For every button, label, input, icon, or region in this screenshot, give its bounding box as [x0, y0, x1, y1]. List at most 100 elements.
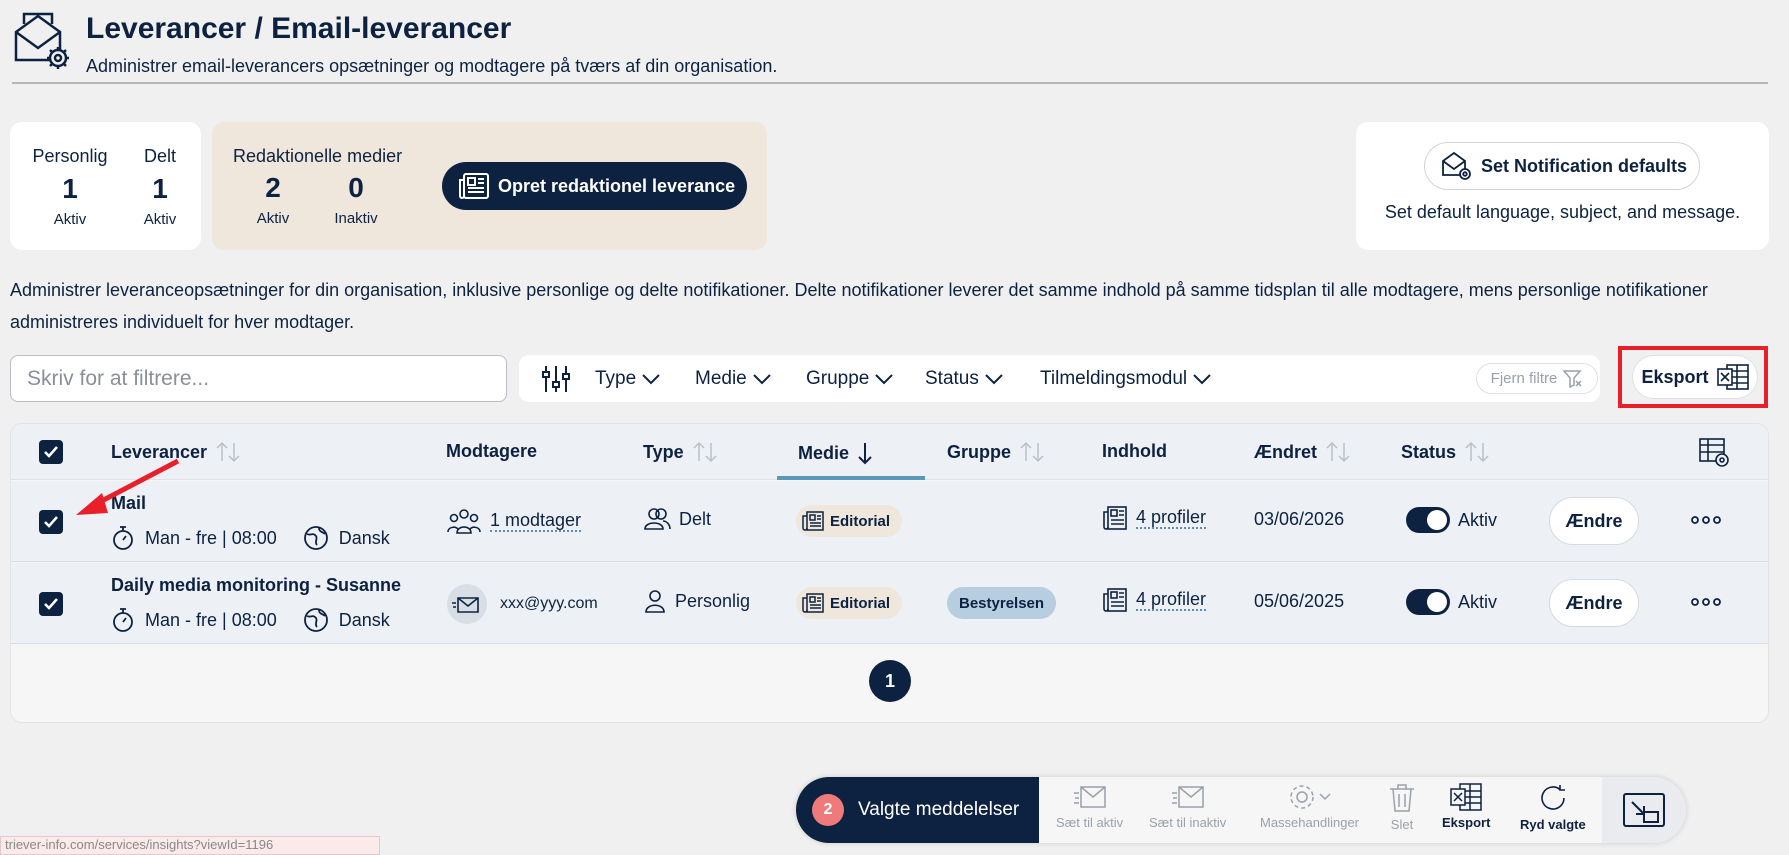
- status-toggle[interactable]: [1406, 507, 1450, 533]
- filter-clear-icon: [1563, 369, 1582, 388]
- changed-date: 03/06/2026: [1254, 509, 1345, 529]
- row-checkbox[interactable]: [39, 592, 63, 616]
- column-gruppe[interactable]: Gruppe: [947, 441, 1045, 463]
- editorial-active-stat: 2 Aktiv: [256, 172, 290, 227]
- selected-messages-label: Valgte meddelelser: [858, 799, 1020, 820]
- chevron-down-icon: [1193, 374, 1211, 385]
- check-icon: [44, 516, 58, 528]
- check-icon: [44, 598, 58, 610]
- globe-icon: [303, 608, 328, 632]
- editorial-inactive-stat: 0 Inaktiv: [334, 172, 378, 227]
- pagination-page-1[interactable]: 1: [869, 660, 911, 702]
- edit-button[interactable]: Ændre: [1549, 579, 1639, 627]
- delivery-name[interactable]: Daily media monitoring - Susanne: [111, 575, 401, 596]
- set-inactive-action[interactable]: Sæt til inaktiv: [1149, 783, 1226, 830]
- globe-icon: [303, 526, 328, 550]
- table-row[interactable]: Daily media monitoring - Susanne Man - f…: [11, 563, 1768, 644]
- create-editorial-button[interactable]: Opret redaktionel leverance: [442, 162, 747, 210]
- status-toggle[interactable]: [1406, 589, 1450, 615]
- clear-selection-action[interactable]: Ryd valgte: [1520, 783, 1586, 832]
- row-checkbox[interactable]: [39, 510, 63, 534]
- recipients-cell: xxx@yyy.com: [446, 583, 598, 625]
- content-cell[interactable]: 4 profiler: [1102, 587, 1207, 613]
- editorial-title: Redaktionelle medier: [233, 146, 403, 166]
- recipients-cell[interactable]: 1 modtager: [446, 507, 582, 535]
- more-options-icon[interactable]: [1691, 515, 1721, 525]
- export-action[interactable]: Eksport: [1442, 783, 1490, 830]
- column-medie[interactable]: Medie: [798, 441, 873, 465]
- column-settings-icon[interactable]: [1698, 437, 1730, 467]
- table-header: Leverancer Modtagere Type Medie Gruppe I…: [11, 424, 1768, 480]
- notification-defaults-description: Set default language, subject, and messa…: [1384, 202, 1741, 222]
- column-status[interactable]: Status: [1401, 441, 1490, 463]
- export-button[interactable]: Eksport: [1632, 355, 1758, 399]
- delivery-schedule: Man - fre | 08:00 Dansk: [111, 525, 390, 551]
- newspaper-icon: [1103, 588, 1127, 612]
- browser-status-url: triever-info.com/services/insights?viewI…: [0, 836, 380, 855]
- page-header: Leverancer / Email-leverancer Administre…: [12, 8, 1768, 84]
- newspaper-icon: [802, 593, 824, 613]
- notification-defaults-card: Set Notification defaults Set default la…: [1356, 122, 1769, 250]
- check-icon: [44, 446, 58, 458]
- chevron-down-icon: [642, 374, 660, 385]
- filter-type[interactable]: Type: [595, 368, 660, 390]
- bulk-action-bar: 2 Valgte meddelelser Sæt til aktiv Sæt t…: [796, 777, 1686, 843]
- refresh-icon: [1541, 785, 1565, 810]
- filter-tilmeldingsmodul[interactable]: Tilmeldingsmodul: [1040, 368, 1211, 390]
- content-cell[interactable]: 4 profiler: [1102, 505, 1207, 531]
- chevron-down-icon: [985, 374, 1003, 385]
- delete-action[interactable]: Slet: [1388, 783, 1416, 832]
- active-sort-indicator: [777, 476, 925, 480]
- medie-badge: Editorial: [796, 505, 903, 537]
- column-modtagere: Modtagere: [446, 441, 538, 461]
- changed-date: 05/06/2025: [1254, 591, 1345, 611]
- minimize-bar-button[interactable]: [1602, 777, 1686, 843]
- filter-medie[interactable]: Medie: [695, 368, 771, 390]
- editorial-stats-card: Redaktionelle medier 2 Aktiv 0 Inaktiv O…: [212, 122, 767, 250]
- edit-button[interactable]: Ændre: [1549, 497, 1639, 545]
- clear-filters-button[interactable]: Fjern filtre: [1476, 363, 1598, 394]
- sort-icon: [216, 441, 240, 463]
- filter-sliders-icon[interactable]: [541, 364, 571, 394]
- filter-status[interactable]: Status: [925, 368, 1003, 390]
- personal-shared-stats-card: Personlig 1 Aktiv Delt 1 Aktiv: [10, 122, 201, 250]
- select-all-checkbox[interactable]: [39, 440, 63, 464]
- personal-stat: Personlig 1 Aktiv: [32, 146, 108, 228]
- email-send-icon: [1073, 786, 1106, 808]
- newspaper-icon: [802, 511, 824, 531]
- column-type[interactable]: Type: [643, 441, 718, 463]
- export-highlight-box: Eksport: [1618, 346, 1768, 408]
- shared-stat: Delt 1 Aktiv: [143, 146, 177, 228]
- chevron-down-icon: [753, 374, 771, 385]
- type-cell: Personlig: [643, 589, 750, 613]
- email-send-icon: [1171, 786, 1204, 808]
- medie-badge: Editorial: [796, 587, 903, 619]
- column-aendret[interactable]: Ændret: [1254, 441, 1351, 463]
- newspaper-icon: [459, 173, 489, 199]
- stopwatch-icon: [113, 608, 133, 632]
- email-settings-icon: [1442, 151, 1471, 180]
- excel-icon: [1716, 364, 1749, 390]
- gear-icon: [1289, 785, 1331, 809]
- user-icon: [645, 590, 665, 613]
- type-cell: Delt: [643, 507, 711, 531]
- status-cell[interactable]: Aktiv: [1406, 507, 1497, 533]
- set-active-action[interactable]: Sæt til aktiv: [1056, 783, 1123, 830]
- group-users-icon: [447, 509, 481, 534]
- deliveries-table: Leverancer Modtagere Type Medie Gruppe I…: [10, 423, 1769, 723]
- table-row[interactable]: Mail Man - fre | 08:00 Dansk 1 modtager …: [11, 481, 1768, 562]
- page-subtitle: Administrer email-leverancers opsætninge…: [86, 56, 778, 76]
- filter-search-input[interactable]: [10, 355, 507, 402]
- shared-users-icon: [644, 508, 671, 530]
- filter-gruppe[interactable]: Gruppe: [806, 368, 894, 390]
- bulk-actions-dropdown[interactable]: Massehandlinger: [1260, 783, 1359, 830]
- sort-icon: [1020, 441, 1044, 463]
- sort-icon: [1326, 441, 1350, 463]
- group-badge: Bestyrelsen: [947, 587, 1057, 619]
- more-options-icon[interactable]: [1691, 597, 1721, 607]
- set-notification-defaults-button[interactable]: Set Notification defaults: [1424, 142, 1700, 190]
- delivery-schedule: Man - fre | 08:00 Dansk: [111, 607, 390, 633]
- set-notification-defaults-label: Set Notification defaults: [1481, 155, 1688, 176]
- excel-icon: [1450, 783, 1482, 811]
- status-cell[interactable]: Aktiv: [1406, 589, 1497, 615]
